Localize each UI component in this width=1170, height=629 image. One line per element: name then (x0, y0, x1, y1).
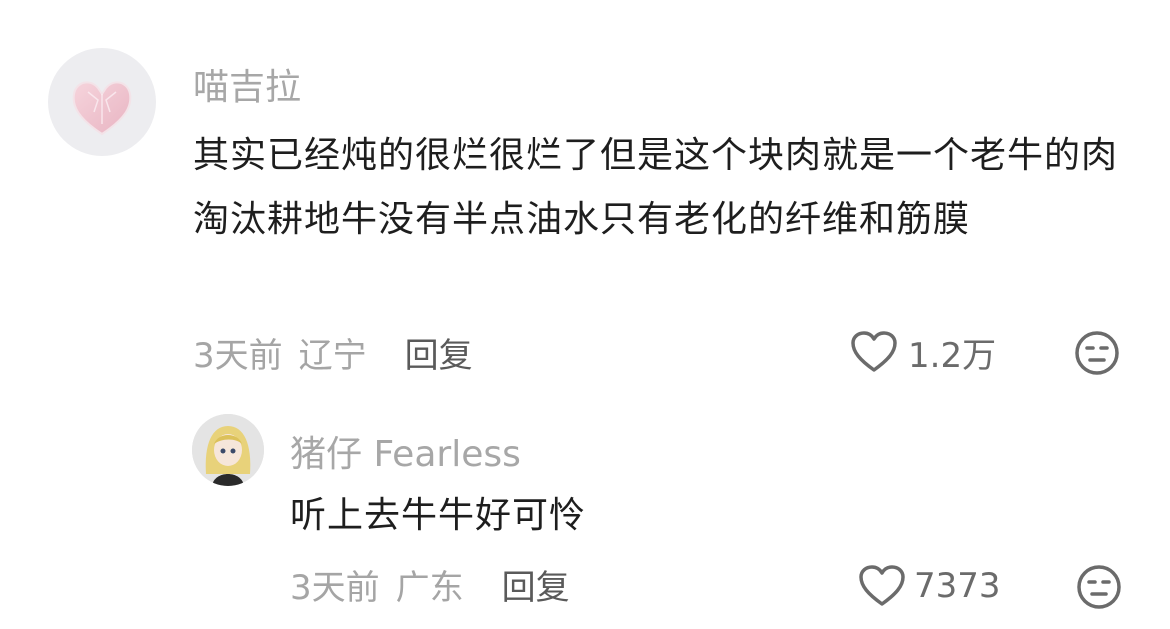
anime-girl-avatar-icon (192, 414, 264, 486)
like-button[interactable]: 1.2万 (850, 328, 996, 376)
pink-diamond-heart-icon (72, 81, 132, 136)
unamused-face-icon (1077, 565, 1121, 609)
heart-outline-icon (859, 565, 905, 606)
comment-meta: 3天前 广东 回复 (290, 560, 570, 609)
timestamp: 3天前 (193, 335, 283, 376)
avatar[interactable] (192, 414, 264, 486)
like-count: 7373 (914, 566, 1001, 606)
comment-meta: 3天前 辽宁 回复 (193, 328, 473, 377)
dislike-button[interactable] (1076, 564, 1122, 614)
comment-text: 其实已经炖的很烂很烂了但是这个块肉就是一个老牛的肉淘汰耕地牛没有半点油水只有老化… (193, 135, 1119, 240)
reply-button[interactable]: 回复 (405, 328, 473, 377)
comment-text: 听上去牛牛好可怜 (290, 495, 587, 536)
like-count: 1.2万 (908, 335, 997, 376)
location: 广东 (395, 567, 464, 608)
avatar[interactable] (48, 48, 156, 156)
location: 辽宁 (298, 335, 367, 376)
timestamp: 3天前 (290, 567, 380, 608)
reply-button[interactable]: 回复 (502, 560, 570, 609)
dislike-button[interactable] (1074, 330, 1120, 380)
username[interactable]: 猪仔 Fearless (290, 425, 521, 477)
like-button[interactable]: 7373 (858, 562, 1001, 610)
username[interactable]: 喵吉拉 (193, 58, 301, 110)
heart-outline-icon (851, 331, 897, 372)
unamused-face-icon (1075, 331, 1119, 375)
